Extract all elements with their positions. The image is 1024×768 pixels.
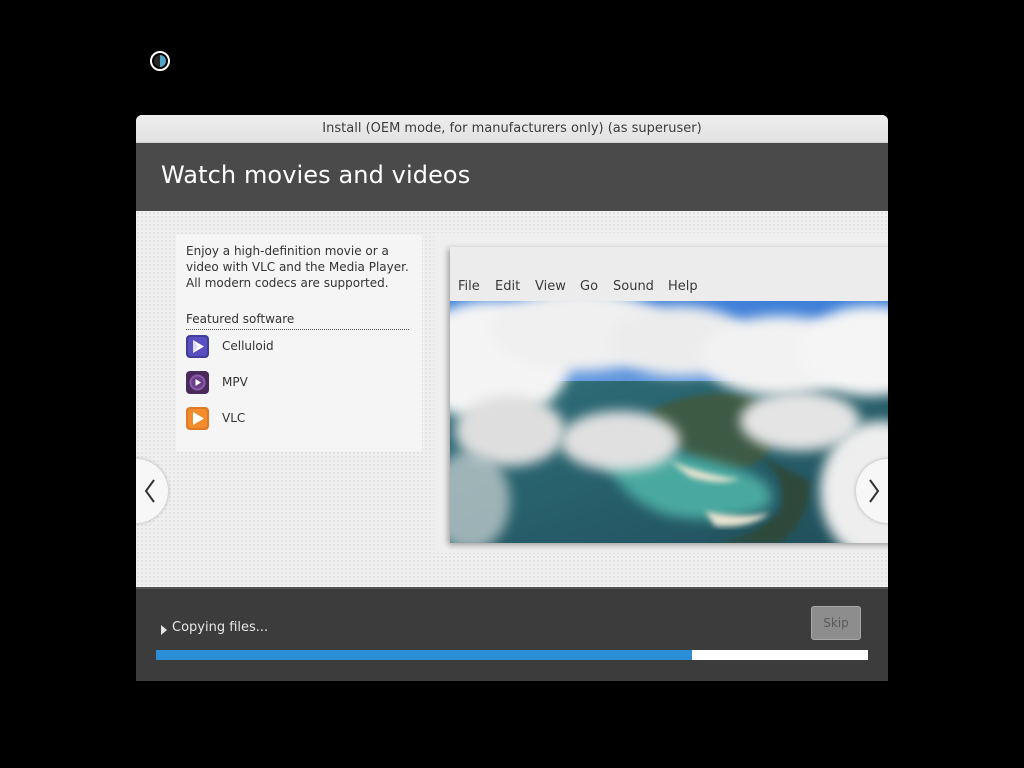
skip-button[interactable]: Skip xyxy=(811,606,861,640)
expand-details-icon[interactable] xyxy=(161,625,167,635)
vlc-icon xyxy=(186,407,209,430)
media-player-preview: File Edit View Go Sound Help xyxy=(450,247,888,543)
featured-software-label: Featured software xyxy=(186,312,409,330)
previous-slide-button[interactable] xyxy=(136,459,168,523)
slide-title: Watch movies and videos xyxy=(161,161,471,189)
menu-file: File xyxy=(458,279,480,294)
slide-body: Enjoy a high-definition movie or a video… xyxy=(136,211,888,585)
slide-description: Enjoy a high-definition movie or a video… xyxy=(186,244,409,290)
app-screenshot: File Edit View Go Sound Help xyxy=(434,233,888,553)
status-text: Copying files... xyxy=(172,620,269,635)
slide-header: Watch movies and videos xyxy=(136,143,888,211)
progress-bar-fill xyxy=(156,650,693,660)
menu-view: View xyxy=(535,279,566,294)
software-item-mpv: MPV xyxy=(186,371,386,395)
menu-help: Help xyxy=(668,279,698,294)
installer-footer: Copying files... Skip xyxy=(136,587,888,681)
window-title: Install (OEM mode, for manufacturers onl… xyxy=(322,121,702,136)
software-label: MPV xyxy=(222,375,248,389)
chevron-right-icon xyxy=(869,479,880,503)
software-label: VLC xyxy=(222,411,246,425)
system-status-icon xyxy=(149,50,171,72)
progress-bar xyxy=(156,650,868,660)
celluloid-icon xyxy=(186,335,209,358)
window-titlebar: Install (OEM mode, for manufacturers onl… xyxy=(136,115,888,143)
menu-sound: Sound xyxy=(613,279,654,294)
chevron-left-icon xyxy=(144,479,155,503)
preview-menubar: File Edit View Go Sound Help xyxy=(450,275,888,301)
software-label: Celluloid xyxy=(222,339,274,353)
menu-edit: Edit xyxy=(495,279,521,294)
info-card: Enjoy a high-definition movie or a video… xyxy=(176,235,422,451)
installer-window: Install (OEM mode, for manufacturers onl… xyxy=(136,115,888,681)
software-item-celluloid: Celluloid xyxy=(186,335,386,359)
menu-go: Go xyxy=(580,279,599,294)
software-item-vlc: VLC xyxy=(186,407,386,431)
video-frame xyxy=(450,301,888,543)
mpv-icon xyxy=(186,371,209,394)
